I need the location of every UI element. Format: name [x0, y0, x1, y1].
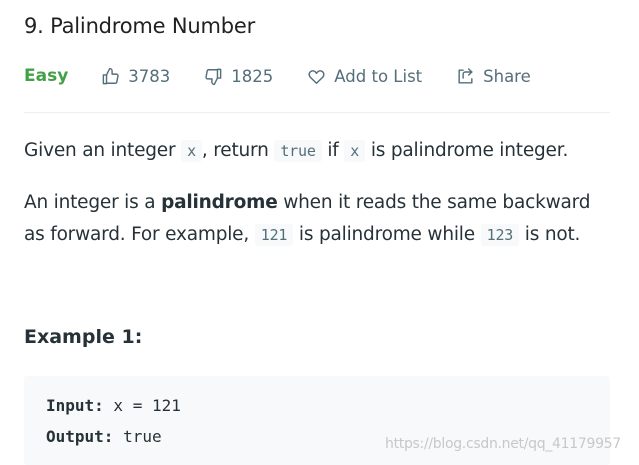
input-value: x = 121: [103, 396, 181, 415]
text: if: [321, 140, 345, 161]
inline-code: 121: [254, 224, 294, 246]
divider: [24, 112, 610, 113]
inline-code: x: [181, 140, 202, 162]
share-icon: [458, 67, 473, 84]
text: Given an integer: [24, 140, 182, 161]
thumbs-down-icon: [205, 68, 222, 85]
like-count: 3783: [128, 66, 171, 86]
example-input-line: Input: x = 121: [46, 396, 181, 415]
example-output-line: Output: true: [46, 427, 162, 446]
text: An integer is a: [24, 192, 162, 213]
add-to-list-button[interactable]: Add to List: [307, 67, 422, 86]
share-button[interactable]: Share: [456, 67, 531, 86]
problem-title: 9. Palindrome Number: [24, 14, 256, 38]
output-label: Output:: [46, 427, 114, 446]
text: is palindrome integer.: [365, 140, 569, 161]
dislike-button[interactable]: 1825: [204, 67, 273, 86]
thumbs-up-icon: [102, 67, 119, 84]
example-title: Example 1:: [24, 326, 143, 348]
palindrome-term: palindrome: [161, 192, 278, 213]
text: is not.: [519, 224, 581, 245]
description-paragraph-2: An integer is a palindrome when it reads…: [24, 187, 610, 251]
difficulty-badge: Easy: [24, 66, 69, 86]
inline-code: 123: [480, 224, 520, 246]
input-label: Input:: [46, 396, 104, 415]
share-label: Share: [483, 66, 531, 86]
add-to-list-label: Add to List: [334, 66, 423, 86]
watermark: https://blog.csdn.net/qq_41179957: [385, 436, 621, 452]
like-button[interactable]: 3783: [101, 67, 170, 86]
dislike-count: 1825: [231, 66, 274, 86]
description-paragraph-1: Given an integer x, return true if x is …: [24, 135, 568, 167]
problem-meta-bar: Easy 3783 1825 Add to List Share: [24, 62, 610, 90]
output-value: true: [113, 427, 162, 446]
inline-code: x: [344, 140, 366, 162]
text: , return: [201, 140, 275, 161]
inline-code: true: [274, 140, 322, 162]
text: is palindrome while: [293, 224, 481, 245]
heart-icon: [308, 69, 325, 84]
